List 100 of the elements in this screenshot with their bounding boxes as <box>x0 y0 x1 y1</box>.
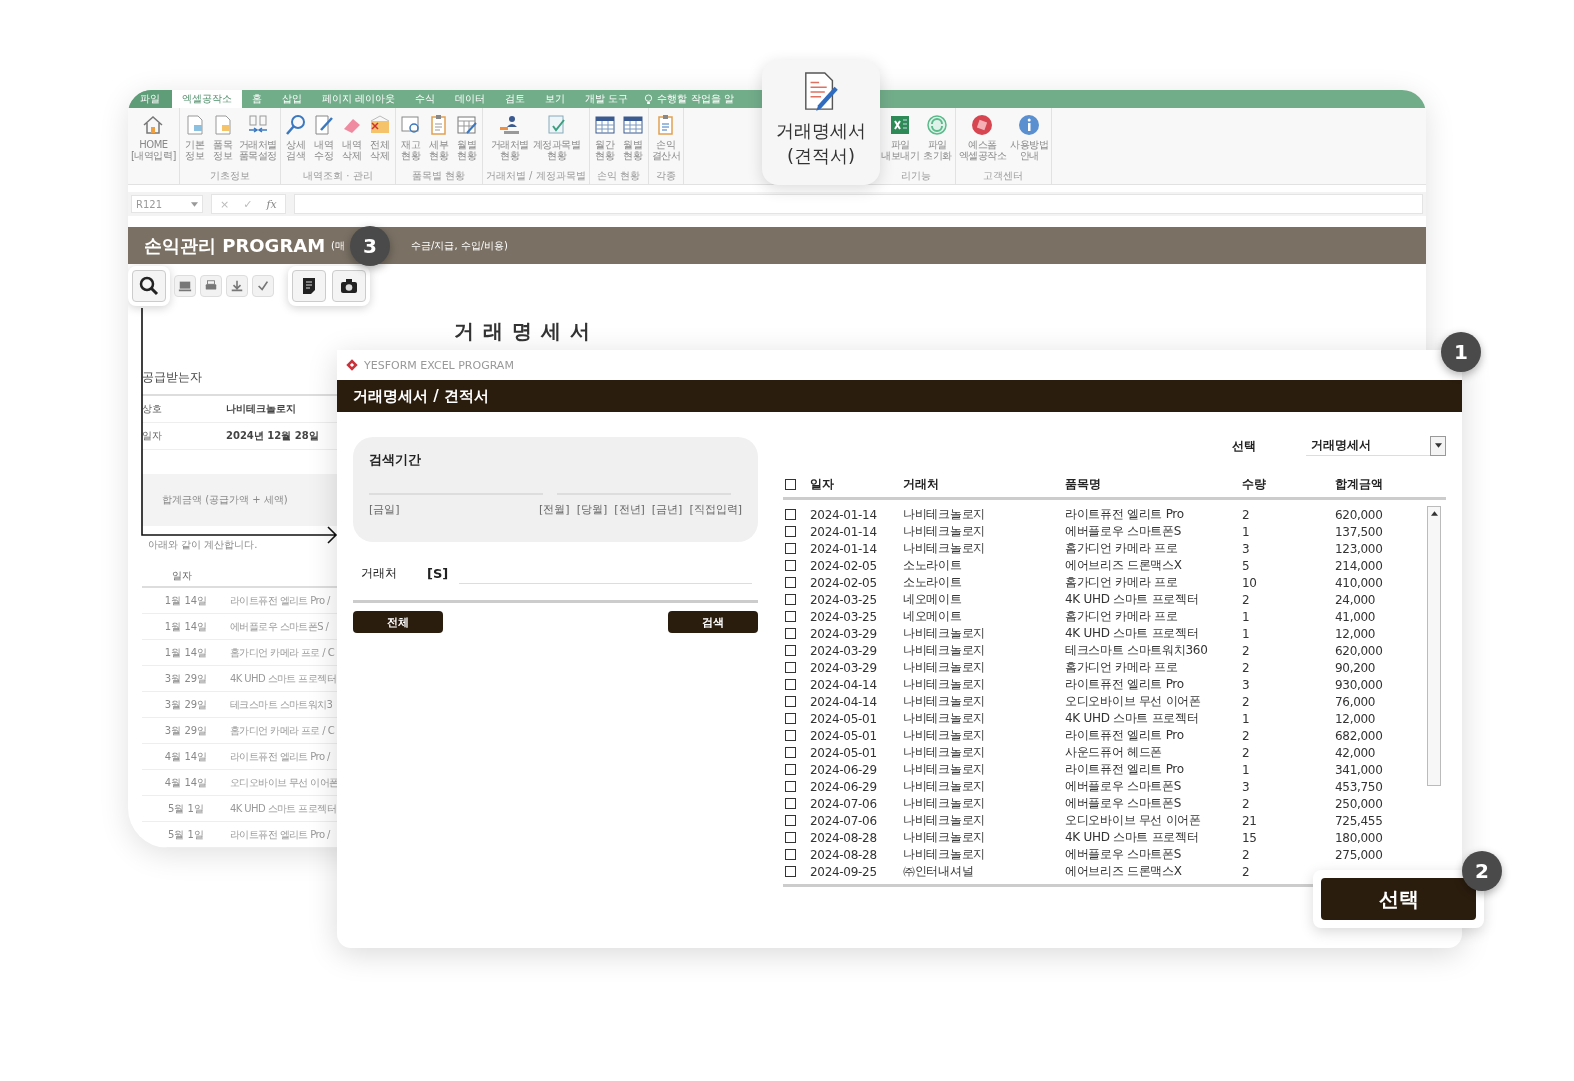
table-cell-text: 홈가디언 카메라 프로 <box>1065 659 1179 676</box>
quick-range-link[interactable]: [당월] <box>576 502 608 517</box>
checkbox[interactable] <box>785 560 796 571</box>
ribbon-button[interactable]: 월간 현황 <box>592 108 617 169</box>
ribbon-button[interactable]: 거래처별 현황 <box>490 108 529 169</box>
ribbon-button[interactable]: 상세 검색 <box>283 108 308 169</box>
table-cell-text: 2024-09-25 <box>810 864 878 879</box>
ribbon-button[interactable]: 월별 현황 <box>454 108 479 169</box>
type-dropdown[interactable]: 거래명세서 <box>1306 436 1446 456</box>
ribbon-tab[interactable]: 검토 <box>495 90 536 108</box>
dialog-button[interactable]: 전체 <box>353 611 443 633</box>
checkbox[interactable] <box>785 815 796 826</box>
quick-range-link[interactable]: [전월] <box>539 502 570 517</box>
checkbox[interactable] <box>785 628 796 639</box>
document-button[interactable] <box>292 270 326 302</box>
ribbon-button[interactable]: 예스폼 엑셀공작소 <box>958 108 1006 169</box>
check-button[interactable] <box>252 275 274 297</box>
table-cell-text: 2 <box>1242 592 1251 607</box>
checkbox[interactable] <box>785 730 796 741</box>
checkbox[interactable] <box>785 764 796 775</box>
name-box[interactable]: R121 <box>131 195 203 213</box>
ribbon-button[interactable]: 기본 정보 <box>182 108 207 169</box>
ribbon-button[interactable]: 재고 현황 <box>398 108 423 169</box>
ribbon-button[interactable]: 거래처별 품목설정 <box>238 108 277 169</box>
ribbon-button[interactable]: 월별 현황 <box>620 108 645 169</box>
checkbox[interactable] <box>785 747 796 758</box>
quick-range-link[interactable]: [전년] <box>614 502 645 517</box>
featured-button[interactable]: 거래명세서 (견적서) <box>762 60 880 185</box>
checkbox[interactable] <box>785 509 796 520</box>
table-cell-text: 2 <box>1242 643 1251 658</box>
table-cell-text: 나비테크놀로지 <box>903 676 986 693</box>
ribbon-tab[interactable]: 엑셀공작소 <box>172 90 242 108</box>
table-cell-text: 2 <box>1242 864 1251 879</box>
checkbox[interactable] <box>785 849 796 860</box>
ribbon-button[interactable]: 품목 정보 <box>210 108 235 169</box>
ribbon-tab[interactable]: 개발 도구 <box>575 90 639 108</box>
ribbon-button[interactable]: 사용방법 안내 <box>1010 108 1048 169</box>
ribbon-button[interactable]: 손익 결산서 <box>651 108 681 169</box>
ribbon-button[interactable]: 세부 현황 <box>426 108 451 169</box>
checkbox[interactable] <box>785 594 796 605</box>
ribbon-tab[interactable]: 홈 <box>242 90 272 108</box>
formula-button[interactable]: ✓ <box>243 197 253 211</box>
vendor-shortcut[interactable]: [S] <box>427 565 459 581</box>
table-cell-text: 라이트퓨전 엘리트 Pro <box>1065 761 1185 778</box>
ribbon-button[interactable]: HOME [내역입력] <box>131 108 176 169</box>
dialog-button[interactable]: 검색 <box>668 611 758 633</box>
checkbox[interactable] <box>785 526 796 537</box>
scroll-up-icon[interactable] <box>1430 511 1438 516</box>
checkbox[interactable] <box>785 577 796 588</box>
formula-input[interactable] <box>293 194 1423 214</box>
document-pencil-icon <box>802 70 840 114</box>
formula-button[interactable]: × <box>220 197 230 211</box>
confirm-button[interactable]: 선택 <box>1321 878 1476 920</box>
ribbon-button[interactable]: 내역 수정 <box>311 108 336 169</box>
tell-me-field[interactable]: 수행할 작업을 알 <box>638 90 744 108</box>
checkbox[interactable] <box>785 832 796 843</box>
ribbon-tab[interactable]: 삽입 <box>272 90 312 108</box>
table-cell-text: 나비테크놀로지 <box>903 506 986 523</box>
quick-range-link[interactable]: [직접입력] <box>689 502 742 517</box>
ribbon-button[interactable]: 계정과목별 현황 <box>532 108 581 169</box>
column-header: 품목명 <box>1065 475 1102 493</box>
search-button[interactable] <box>132 270 166 302</box>
checkbox[interactable] <box>785 866 796 877</box>
formula-button[interactable]: fx <box>266 197 277 211</box>
checkbox[interactable] <box>785 543 796 554</box>
checkbox[interactable] <box>785 696 796 707</box>
table-cell-text: 2024-04-14 <box>810 677 878 692</box>
ribbon-tab[interactable]: 수식 <box>405 90 446 108</box>
ribbon-button[interactable]: 파일 초기화 <box>923 108 952 169</box>
ribbon-button[interactable]: 전체 삭제 <box>367 108 392 169</box>
table-cell-text: 1월 14일 <box>163 645 209 660</box>
monitor-button[interactable] <box>174 275 196 297</box>
checkbox[interactable] <box>785 798 796 809</box>
select-label: 선택 <box>1232 437 1256 455</box>
checkbox[interactable] <box>785 662 796 673</box>
checkbox[interactable] <box>785 478 796 490</box>
ribbon-tab[interactable]: 데이터 <box>445 90 496 108</box>
checkbox[interactable] <box>785 611 796 622</box>
checkbox[interactable] <box>785 645 796 656</box>
program-subtitle: (매 <box>331 238 345 253</box>
lightbulb-icon <box>644 93 654 105</box>
checkbox[interactable] <box>785 713 796 724</box>
badge-icon <box>970 113 995 137</box>
quick-range-link[interactable]: [금일] <box>369 502 400 517</box>
print-button[interactable] <box>200 275 222 297</box>
ribbon-button[interactable]: 내역 삭제 <box>339 108 364 169</box>
table-cell-text: 5월 1일 <box>167 801 205 816</box>
checkbox[interactable] <box>785 679 796 690</box>
camera-icon <box>339 276 359 296</box>
ribbon-button[interactable]: 파일 내보내기 <box>881 108 919 169</box>
ribbon-tab[interactable]: 보기 <box>535 90 576 108</box>
quick-range-link[interactable]: [금년] <box>651 502 683 517</box>
table-cell-text: 3월 29일 <box>163 697 209 712</box>
scrollbar[interactable] <box>1427 506 1441 786</box>
checkbox[interactable] <box>785 781 796 792</box>
ribbon-tab[interactable]: 페이지 레이아웃 <box>312 90 406 108</box>
period-label: 검색기간 <box>369 451 422 469</box>
camera-button[interactable] <box>332 270 366 302</box>
download-button[interactable] <box>226 275 248 297</box>
ribbon-tab[interactable]: 파일 <box>128 90 172 108</box>
